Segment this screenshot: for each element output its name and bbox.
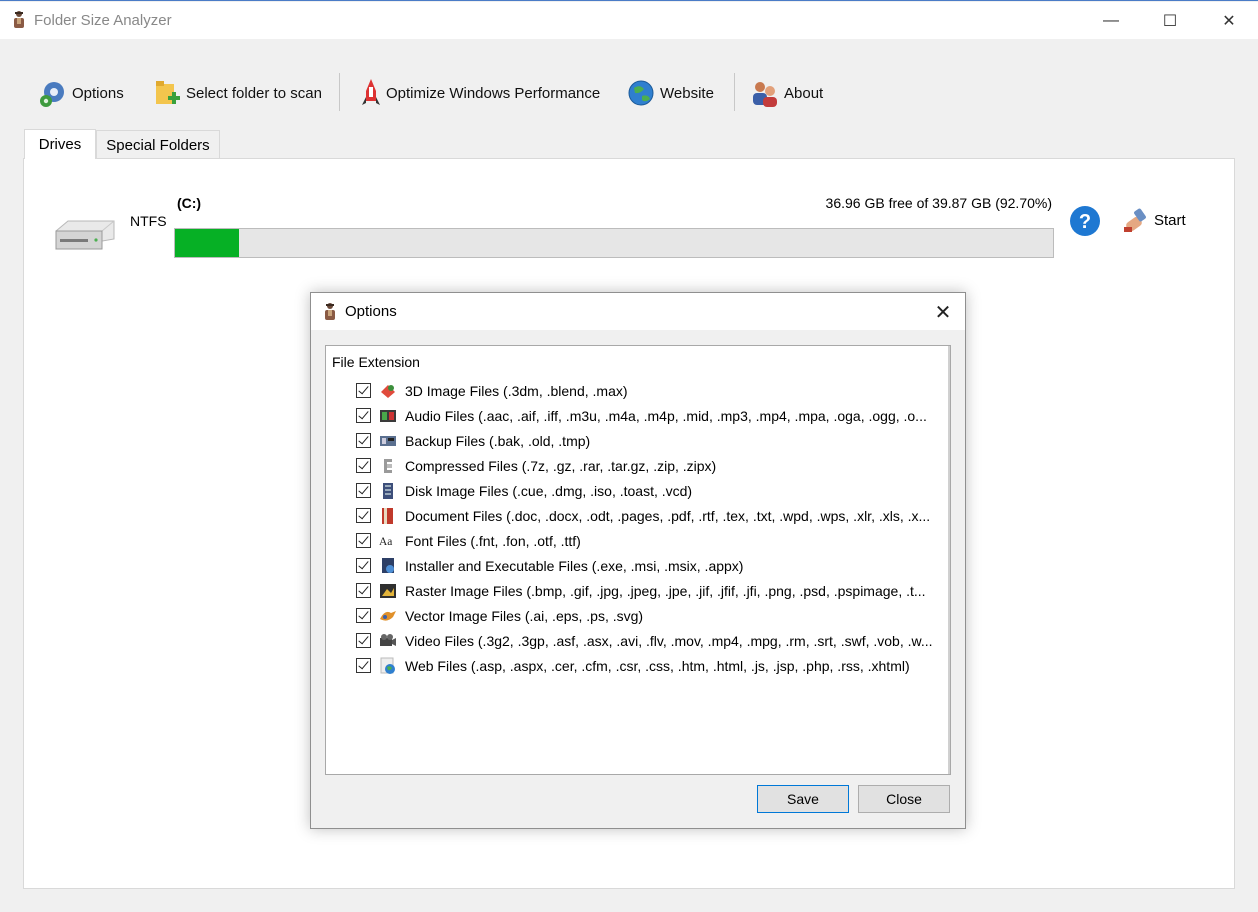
extension-label: Document Files (.doc, .docx, .odt, .page… [405, 507, 931, 524]
font-icon: Aa [379, 532, 397, 550]
checkbox[interactable] [356, 408, 371, 423]
optimize-label: Optimize Windows Performance [386, 84, 601, 102]
window-title: Folder Size Analyzer [34, 12, 172, 29]
extension-label: Vector Image Files (.ai, .eps, .ps, .svg… [405, 607, 644, 624]
close-window-button[interactable]: ✕ [1200, 2, 1258, 39]
rocket-icon [362, 79, 380, 105]
extension-list-item[interactable]: Installer and Executable Files (.exe, .m… [356, 553, 946, 578]
extension-list-item[interactable]: Aa Font Files (.fnt, .fon, .otf, .ttf) [356, 528, 946, 553]
globe-icon [628, 80, 654, 106]
main-window: Folder Size Analyzer — ☐ ✕ Options Selec… [0, 0, 1258, 912]
checkbox[interactable] [356, 483, 371, 498]
toolbar-divider [339, 73, 340, 111]
about-button[interactable]: About [750, 75, 823, 111]
options-label: Options [72, 84, 124, 102]
extension-label: Web Files (.asp, .aspx, .cer, .cfm, .csr… [405, 657, 910, 674]
checkbox[interactable] [356, 433, 371, 448]
extension-list-item[interactable]: Disk Image Files (.cue, .dmg, .iso, .toa… [356, 478, 946, 503]
extension-label: Backup Files (.bak, .old, .tmp) [405, 432, 591, 449]
optimize-button[interactable]: Optimize Windows Performance [360, 75, 600, 111]
checkbox[interactable] [356, 583, 371, 598]
drive-name: (C:) [177, 195, 202, 211]
document-icon [379, 507, 397, 525]
help-icon[interactable]: ? [1069, 205, 1101, 237]
video-icon [379, 632, 397, 650]
checkbox[interactable] [356, 383, 371, 398]
start-button[interactable]: Start [1122, 205, 1186, 235]
tab-special-folders[interactable]: Special Folders [96, 130, 220, 159]
checkbox[interactable] [356, 458, 371, 473]
raster-image-icon [379, 582, 397, 600]
extension-list-item[interactable]: Backup Files (.bak, .old, .tmp) [356, 428, 946, 453]
audio-icon [379, 407, 397, 425]
backup-icon [379, 432, 397, 450]
dialog-title-bar: Options ✕ [311, 293, 965, 330]
installer-icon [379, 557, 397, 575]
checkbox[interactable] [356, 508, 371, 523]
file-extension-list: File Extension 3D Image Files (.3dm, .bl… [325, 345, 951, 775]
drive-usage-bar [174, 228, 1054, 258]
extension-label: Disk Image Files (.cue, .dmg, .iso, .toa… [405, 482, 693, 499]
checkbox[interactable] [356, 633, 371, 648]
select-folder-label: Select folder to scan [186, 84, 322, 102]
extension-list-item[interactable]: 3D Image Files (.3dm, .blend, .max) [356, 378, 946, 403]
disk-image-icon [379, 482, 397, 500]
hard-drive-icon [55, 220, 115, 250]
extension-label: Video Files (.3g2, .3gp, .asf, .asx, .av… [405, 632, 933, 649]
extension-list-item[interactable]: Raster Image Files (.bmp, .gif, .jpg, .j… [356, 578, 946, 603]
dialog-title: Options [345, 303, 397, 320]
extension-label: 3D Image Files (.3dm, .blend, .max) [405, 382, 628, 399]
list-scrollbar[interactable] [948, 346, 950, 774]
options-button[interactable]: Options [38, 75, 124, 111]
drive-free-space: 36.96 GB free of 39.87 GB (92.70%) [825, 195, 1052, 211]
extension-label: Compressed Files (.7z, .gz, .rar, .tar.g… [405, 457, 717, 474]
app-icon [325, 303, 335, 320]
extension-label: Raster Image Files (.bmp, .gif, .jpg, .j… [405, 582, 926, 599]
extension-list-item[interactable]: Compressed Files (.7z, .gz, .rar, .tar.g… [356, 453, 946, 478]
web-icon [379, 657, 397, 675]
list-header: File Extension [332, 354, 420, 370]
gear-icon [40, 82, 64, 107]
users-icon [753, 82, 777, 107]
drive-usage-fill [175, 229, 240, 257]
save-button[interactable]: Save [757, 785, 849, 813]
checkbox[interactable] [356, 533, 371, 548]
extension-label: Audio Files (.aac, .aif, .iff, .m3u, .m4… [405, 407, 927, 424]
start-label: Start [1154, 211, 1186, 229]
svg-text:Aa: Aa [379, 536, 392, 548]
checkbox[interactable] [356, 608, 371, 623]
extension-list-item[interactable]: Video Files (.3g2, .3gp, .asf, .asx, .av… [356, 628, 946, 653]
options-dialog: Options ✕ File Extension 3D Image Files … [310, 292, 966, 829]
folder-add-icon [156, 81, 180, 104]
title-bar: Folder Size Analyzer — ☐ ✕ [0, 2, 1258, 39]
extension-list-item[interactable]: Audio Files (.aac, .aif, .iff, .m3u, .m4… [356, 403, 946, 428]
toolbar: Options Select folder to scan Optimize W… [0, 61, 1258, 125]
checkbox[interactable] [356, 658, 371, 673]
svg-text:?: ? [1079, 211, 1091, 233]
extension-list-item[interactable]: Vector Image Files (.ai, .eps, .ps, .svg… [356, 603, 946, 628]
extension-list-item[interactable]: Document Files (.doc, .docx, .odt, .page… [356, 503, 946, 528]
maximize-button[interactable]: ☐ [1141, 2, 1199, 39]
website-button[interactable]: Website [626, 75, 714, 111]
minimize-button[interactable]: — [1082, 2, 1140, 39]
extension-label: Installer and Executable Files (.exe, .m… [405, 557, 744, 574]
extension-list-item[interactable]: Web Files (.asp, .aspx, .cer, .cfm, .csr… [356, 653, 946, 678]
select-folder-button[interactable]: Select folder to scan [154, 75, 322, 111]
toolbar-divider [734, 73, 735, 111]
tab-drives[interactable]: Drives [24, 129, 96, 159]
extension-items: 3D Image Files (.3dm, .blend, .max) Audio… [356, 378, 946, 678]
close-button[interactable]: Close [858, 785, 950, 813]
vector-image-icon [379, 607, 397, 625]
extension-label: Font Files (.fnt, .fon, .otf, .ttf) [405, 532, 581, 549]
about-label: About [784, 84, 824, 102]
website-label: Website [660, 84, 714, 102]
app-icon [14, 11, 24, 28]
filesystem-label: NTFS [130, 213, 167, 229]
3d-icon [379, 382, 397, 400]
scan-hand-icon [1124, 208, 1146, 232]
compressed-icon [379, 457, 397, 475]
checkbox[interactable] [356, 558, 371, 573]
dialog-close-icon[interactable]: ✕ [929, 299, 957, 325]
